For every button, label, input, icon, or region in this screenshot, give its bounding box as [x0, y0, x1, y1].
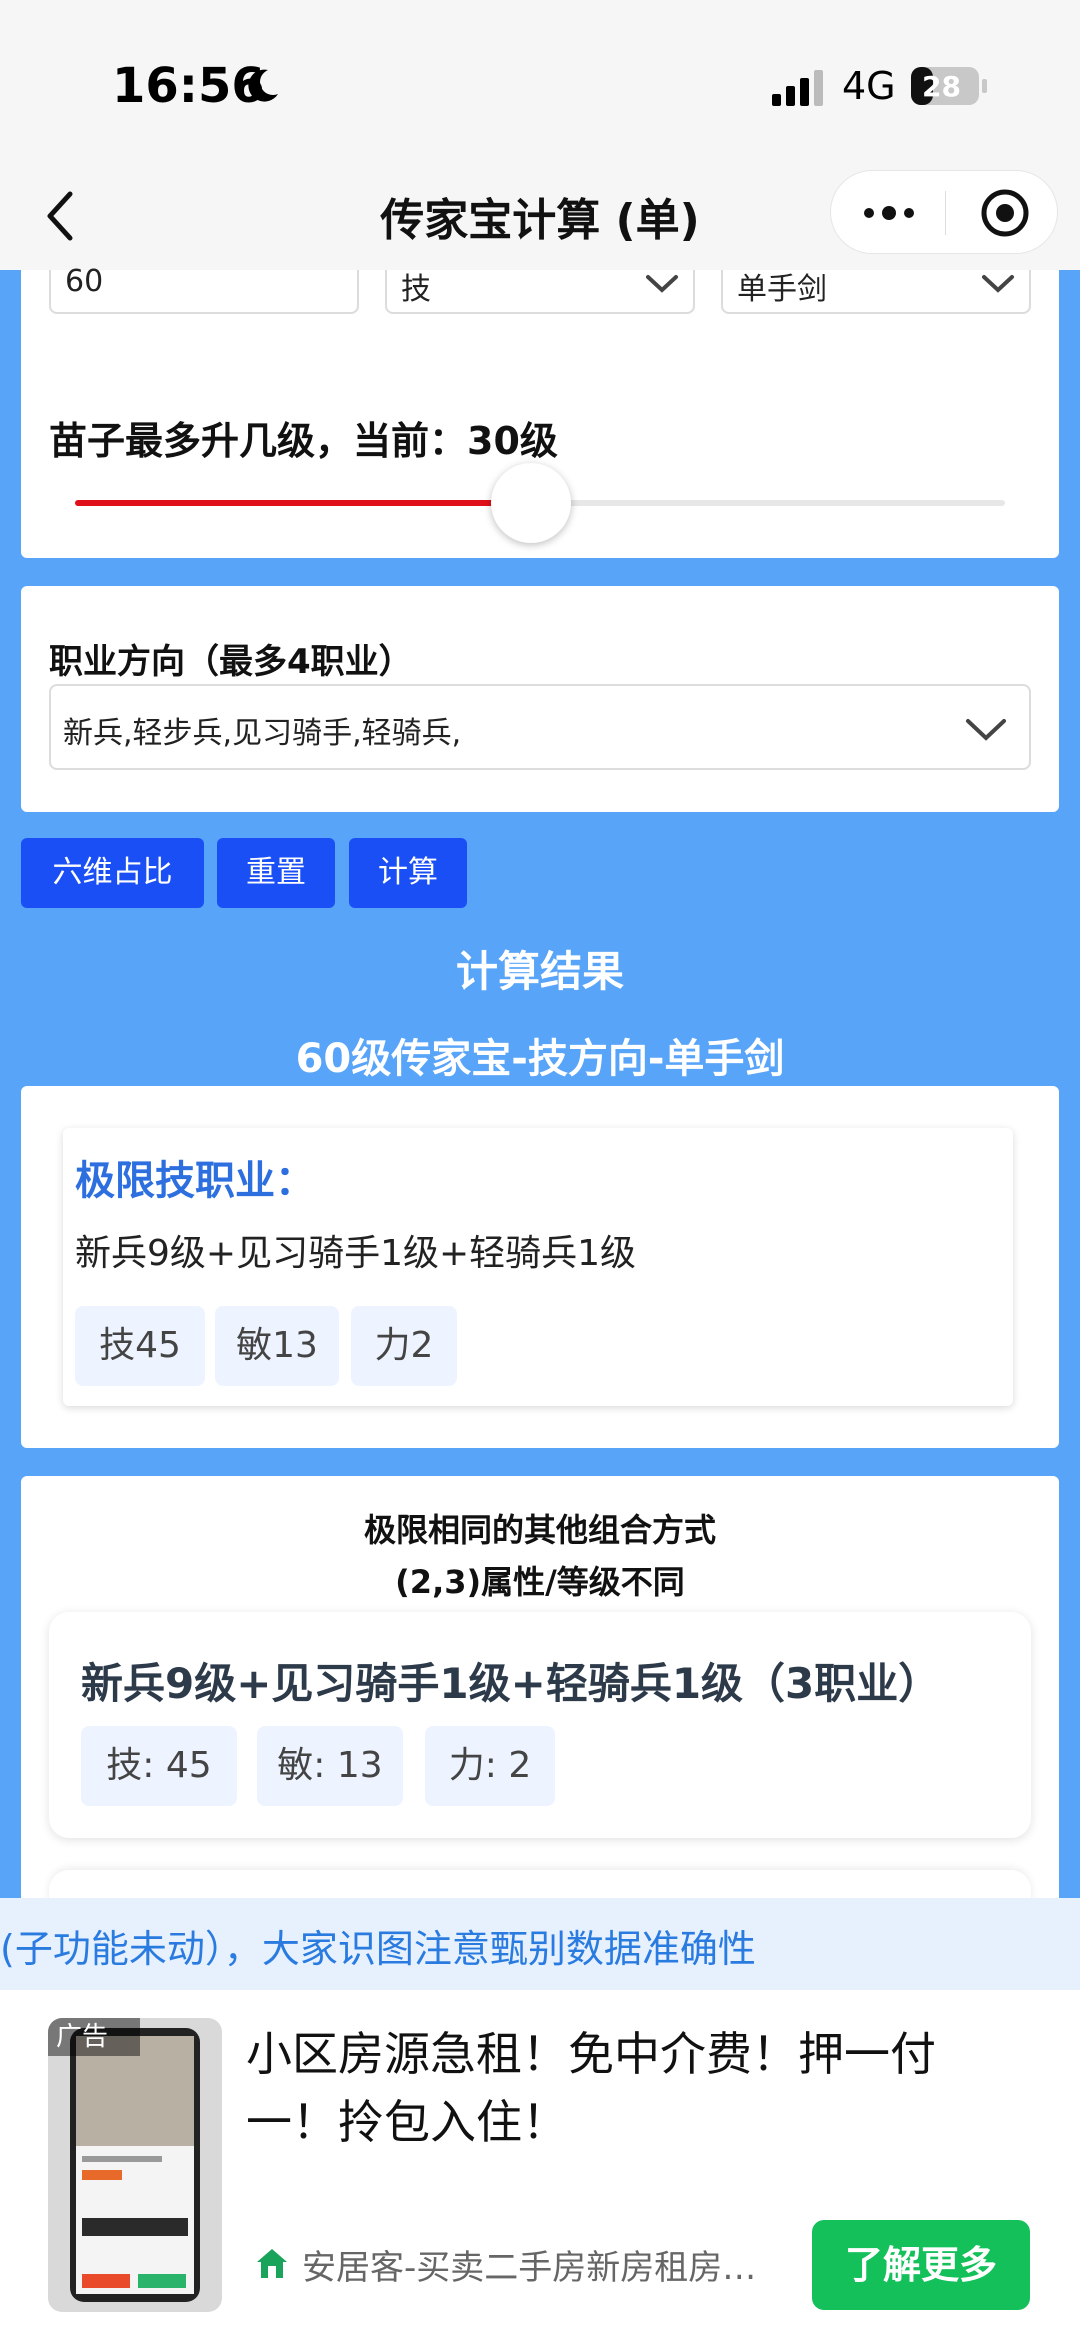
ad-banner[interactable]: 广告 小区房源急租！免中介费！押一付一！拎包入住！ 安居客-买卖二手房新房租房…… — [0, 1990, 1080, 2348]
chevron-down-icon — [966, 719, 1006, 741]
status-bar: 16:56 4G 28 — [0, 0, 1080, 170]
house-icon — [257, 2249, 287, 2278]
battery-icon: 28 — [910, 66, 990, 106]
stat-tag: 力: 2 — [425, 1726, 555, 1806]
mini-program-capsule — [830, 170, 1058, 254]
job-select[interactable]: 新兵,轻步兵,见习骑手,轻骑兵, — [49, 684, 1031, 770]
ad-badge[interactable]: 广告 — [48, 2018, 140, 2056]
ad-thumbnail[interactable]: 广告 — [48, 2018, 222, 2312]
results-title: 计算结果 — [455, 947, 624, 996]
level-value: 60 — [65, 264, 104, 299]
close-target-icon[interactable] — [977, 185, 1033, 241]
battery-level: 28 — [922, 70, 961, 103]
weapon-value: 单手剑 — [737, 272, 827, 307]
job-card: 职业方向（最多4职业） 新兵,轻步兵,见习骑手,轻骑兵, — [21, 586, 1059, 812]
combo-title: 新兵9级+见习骑手1级+轻骑兵1级（3职业） — [81, 1659, 941, 1708]
stat-tag: 技45 — [75, 1306, 205, 1386]
ratio-button[interactable]: 六维占比 — [21, 838, 204, 908]
notice-ticker: (子功能未动），大家识图注意甄别数据准确性 — [0, 1898, 1080, 1990]
ticker-text: (子功能未动），大家识图注意甄别数据准确性 — [0, 1927, 756, 1971]
ad-text[interactable]: 小区房源急租！免中介费！押一付一！拎包入住！ — [246, 2020, 986, 2156]
chevron-down-icon — [646, 275, 678, 293]
more-icon[interactable] — [859, 195, 919, 231]
weapon-select[interactable]: 单手剑 — [721, 270, 1031, 314]
chevron-down-icon — [982, 275, 1014, 293]
slider-fill — [75, 500, 531, 506]
stat-tag: 技: 45 — [81, 1726, 237, 1806]
nav-bar: 传家宝计算 (单) — [0, 170, 1080, 270]
other-title: 极限相同的其他组合方式 — [363, 1511, 716, 1549]
job-label: 职业方向（最多4职业） — [49, 642, 413, 682]
calculate-button[interactable]: 计算 — [349, 838, 467, 908]
job-value: 新兵,轻步兵,见习骑手,轻骑兵, — [63, 716, 462, 751]
capsule-divider — [945, 191, 946, 235]
other-subtitle: (2,3)属性/等级不同 — [395, 1563, 685, 1601]
level-select[interactable]: 60 — [49, 264, 359, 314]
slider-label: 苗子最多升几级，当前：30级 — [49, 419, 558, 463]
learn-more-button[interactable]: 了解更多 — [812, 2220, 1030, 2310]
stat-tag: 力2 — [351, 1306, 457, 1386]
stat-tag: 敏13 — [215, 1306, 339, 1386]
results-subtitle: 60级传家宝-技方向-单手剑 — [295, 1036, 785, 1082]
other-combos-card: 极限相同的其他组合方式 (2,3)属性/等级不同 新兵9级+见习骑手1级+轻骑兵… — [21, 1476, 1059, 1930]
limit-result-card: 极限技职业： 新兵9级+见习骑手1级+轻骑兵1级 技45 敏13 力2 — [21, 1086, 1059, 1448]
moon-icon — [248, 69, 278, 102]
ad-source: 安居客-买卖二手房新房租房… — [302, 2248, 757, 2288]
level-slider[interactable] — [75, 463, 1005, 543]
slider-thumb[interactable] — [490, 463, 571, 543]
limit-title: 极限技职业： — [75, 1158, 315, 1204]
direction-value: 技 — [401, 272, 431, 307]
signal-icon — [772, 70, 823, 106]
reset-button[interactable]: 重置 — [217, 838, 335, 908]
limit-inner-card: 极限技职业： 新兵9级+见习骑手1级+轻骑兵1级 技45 敏13 力2 — [63, 1128, 1013, 1406]
combo-card: 新兵9级+见习骑手1级+轻骑兵1级（3职业） 技: 45 敏: 13 力: 2 — [49, 1612, 1031, 1838]
network-label: 4G — [842, 64, 896, 108]
limit-combo: 新兵9级+见习骑手1级+轻骑兵1级 — [75, 1233, 637, 1274]
stat-tag: 敏: 13 — [257, 1726, 403, 1806]
level-slider-card: 苗子最多升几级，当前：30级 — [21, 344, 1059, 558]
direction-select[interactable]: 技 — [385, 270, 695, 314]
status-time: 16:56 — [112, 58, 265, 114]
